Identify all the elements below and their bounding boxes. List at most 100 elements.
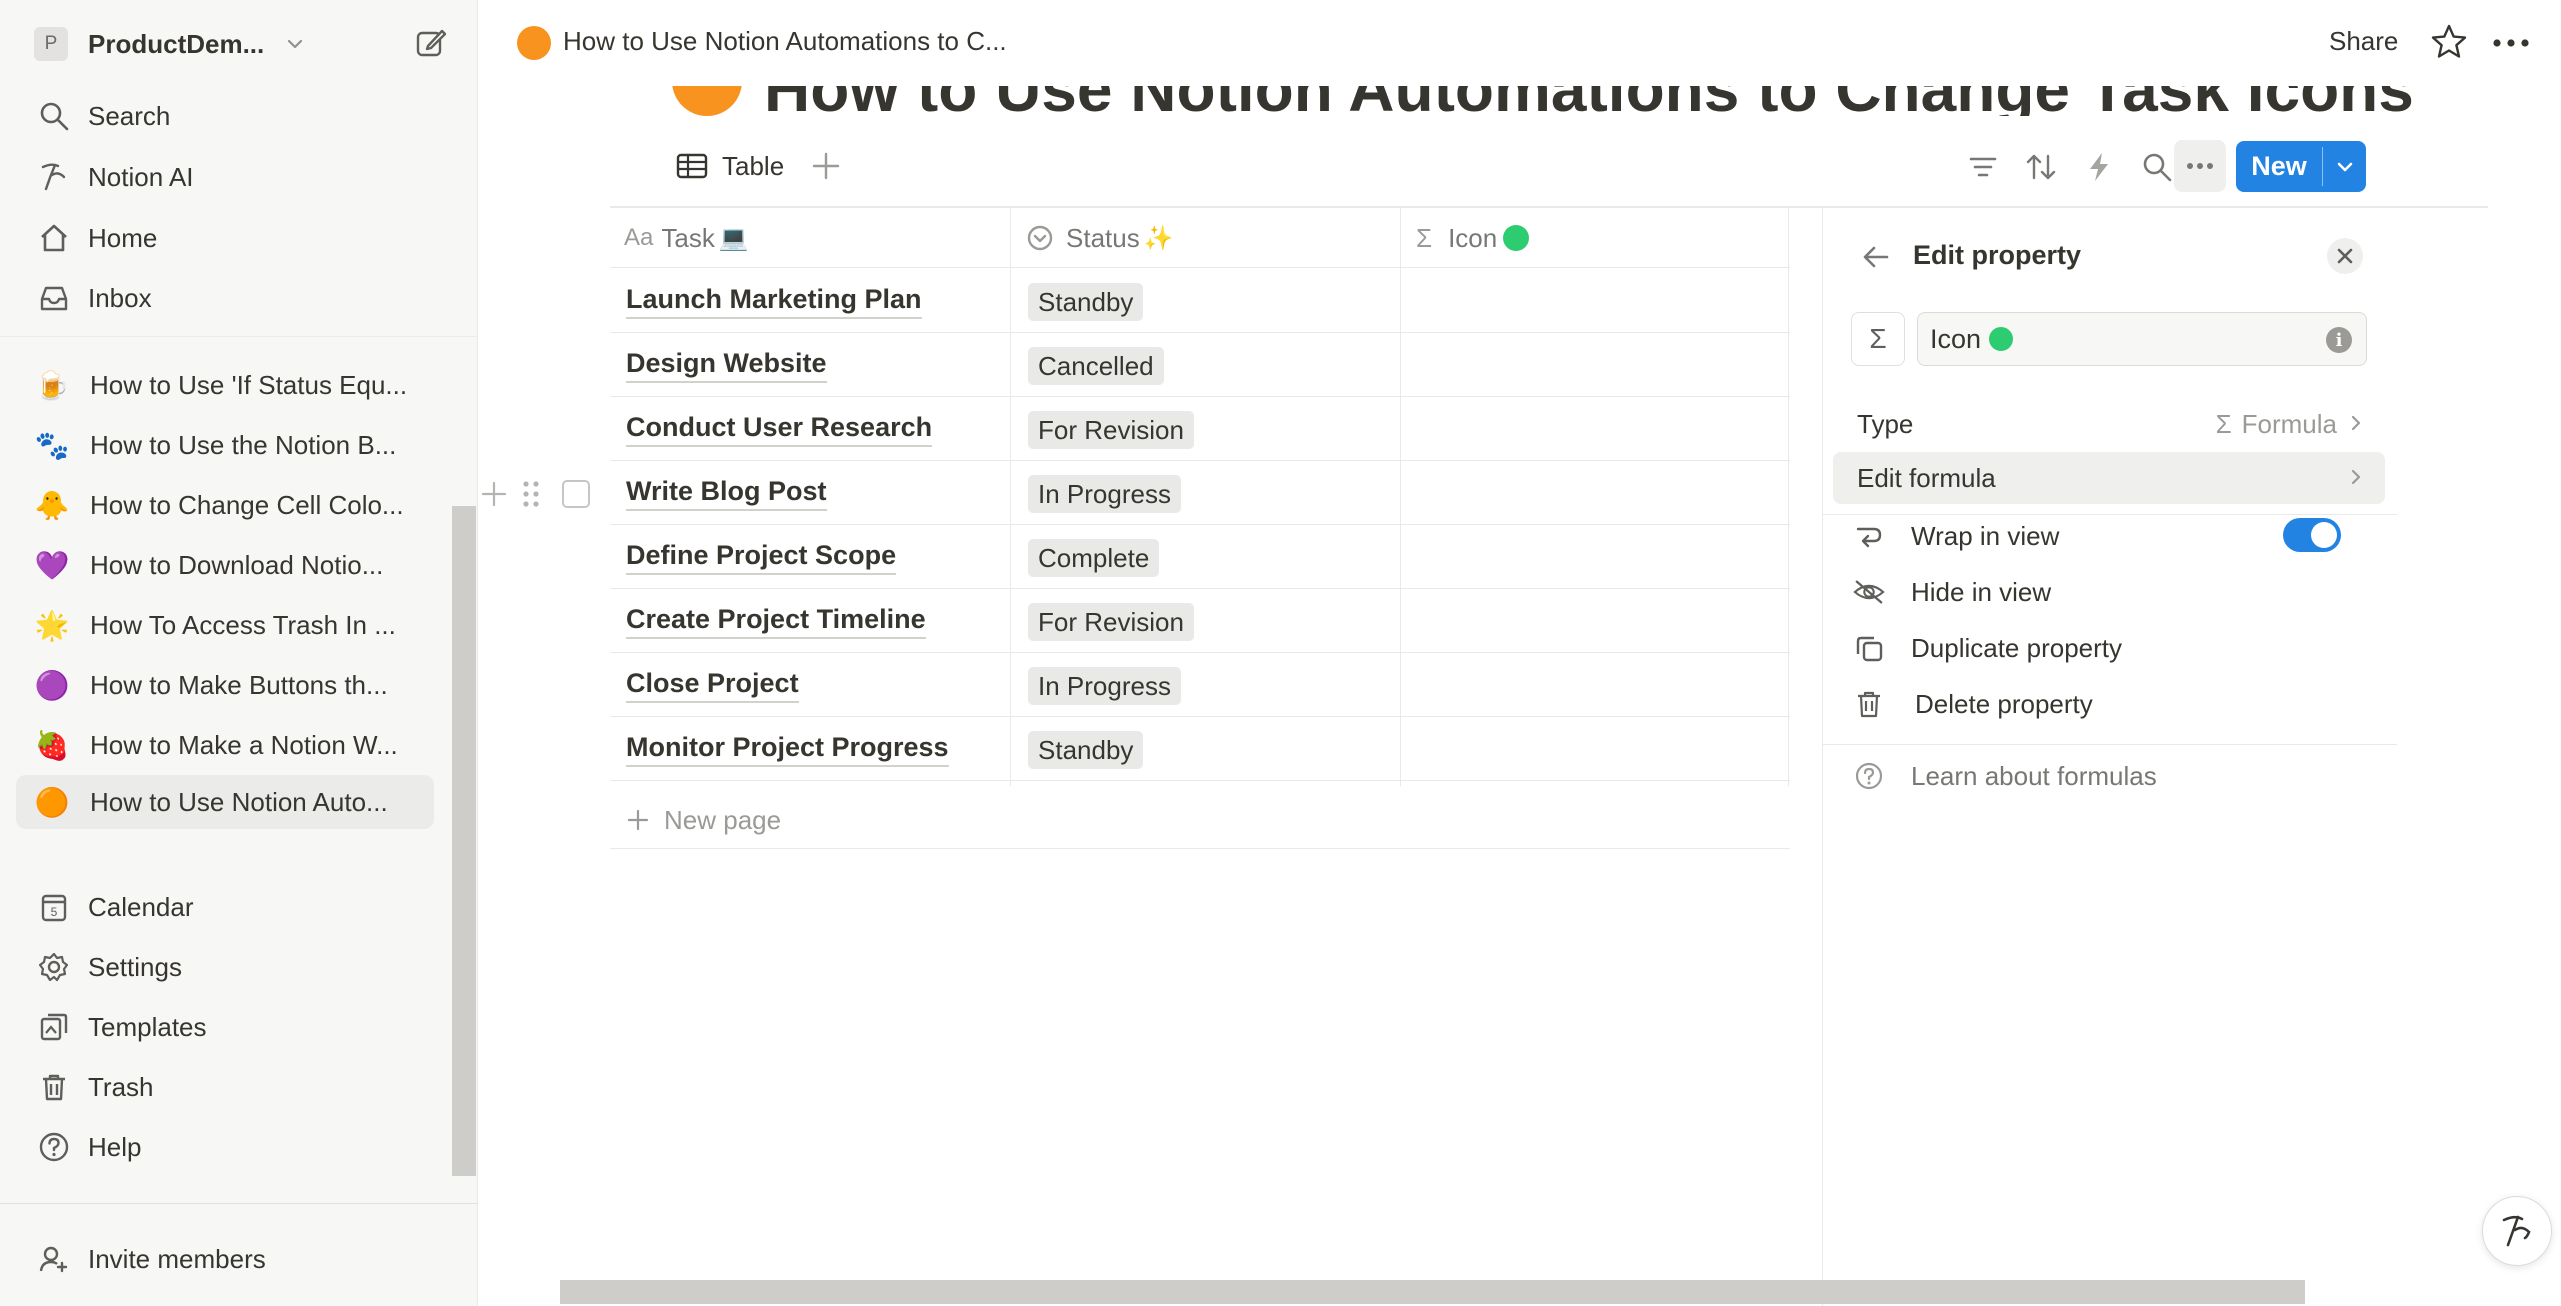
column-header-icon[interactable]: Σ Icon [1402, 208, 1530, 268]
laptop-icon: 💻 [718, 224, 749, 252]
task-cell[interactable]: Define Project Scope [626, 525, 897, 589]
status-icon [1026, 224, 1054, 252]
new-page-icon[interactable] [414, 26, 448, 60]
hide-in-view-row[interactable]: Hide in view [1853, 570, 2051, 614]
search-icon[interactable] [2140, 150, 2174, 184]
status-tag[interactable]: In Progress [1028, 475, 1181, 513]
add-row-icon[interactable] [480, 480, 508, 508]
table-row[interactable]: Launch Marketing Plan Standby [610, 269, 1790, 333]
status-tag[interactable]: For Revision [1028, 603, 1194, 641]
horizontal-scrollbar[interactable] [560, 1280, 2305, 1304]
sidebar-item-calendar[interactable]: 5 Calendar [16, 880, 436, 934]
favorite-star-icon[interactable] [2429, 22, 2469, 62]
type-value: Σ Formula [2216, 409, 2337, 440]
breadcrumb[interactable]: How to Use Notion Automations to C... [563, 26, 1007, 57]
automation-bolt-icon[interactable] [2082, 150, 2116, 184]
share-button[interactable]: Share [2329, 26, 2398, 57]
eye-off-icon [1853, 577, 1885, 607]
column-header-task[interactable]: Aa Task 💻 [610, 208, 749, 268]
sidebar-item-trash[interactable]: Trash [16, 1060, 436, 1114]
page-title[interactable]: How to Use Notion Automations to Change … [764, 86, 2414, 116]
column-header-status[interactable]: Status ✨ [1012, 208, 1174, 268]
property-type-icon-button[interactable]: Σ [1851, 312, 1905, 366]
notion-ai-button[interactable] [2482, 1196, 2552, 1266]
add-view-icon[interactable] [808, 148, 844, 184]
sidebar-page-item[interactable]: 🐥 How to Change Cell Colo... [16, 478, 434, 532]
drag-handle-icon[interactable] [520, 478, 542, 510]
status-tag[interactable]: Standby [1028, 731, 1144, 769]
sidebar-item-label: How to Change Cell Colo... [90, 489, 404, 520]
property-type-row[interactable]: Type Σ Formula [1833, 398, 2385, 450]
sidebar-page-item[interactable]: 💜 How to Download Notio... [16, 538, 434, 592]
task-cell[interactable]: Launch Marketing Plan [626, 269, 922, 333]
status-tag[interactable]: For Revision [1028, 411, 1194, 449]
sidebar: P ProductDem... Search Notion AI Home In… [0, 0, 478, 1306]
sidebar-page-item[interactable]: 🍓 How to Make a Notion W... [16, 718, 434, 772]
status-tag[interactable]: Standby [1028, 283, 1144, 321]
table-row[interactable]: Define Project Scope Complete [610, 525, 1790, 589]
back-arrow-icon[interactable] [1859, 240, 1893, 274]
task-title: Launch Marketing Plan [626, 283, 922, 319]
view-more-button[interactable] [2174, 140, 2226, 192]
sort-icon[interactable] [2024, 150, 2058, 184]
status-tag[interactable]: Complete [1028, 539, 1160, 577]
more-options-icon[interactable] [2491, 26, 2531, 60]
table-row[interactable]: Conduct User Research For Revision [610, 397, 1790, 461]
status-tag[interactable]: Cancelled [1028, 347, 1164, 385]
sidebar-item-search[interactable]: Search [16, 89, 436, 143]
sidebar-page-item[interactable]: 🐾 How to Use the Notion B... [16, 418, 434, 472]
edit-formula-label: Edit formula [1857, 462, 1996, 493]
task-cell[interactable]: Write Blog Post [626, 461, 827, 525]
delete-property-row[interactable]: Delete property [1853, 682, 2093, 726]
sidebar-item-home[interactable]: Home [16, 211, 436, 265]
invite-members-button[interactable]: Invite members [16, 1232, 436, 1286]
formula-sigma-icon: Σ [1416, 222, 1433, 253]
learn-formulas-link[interactable]: Learn about formulas [1853, 754, 2157, 798]
task-cell[interactable]: Conduct User Research [626, 397, 933, 461]
duplicate-property-row[interactable]: Duplicate property [1853, 626, 2122, 670]
sidebar-item-inbox[interactable]: Inbox [16, 271, 436, 325]
help-icon [1853, 761, 1885, 791]
task-title: Write Blog Post [626, 475, 827, 511]
add-person-icon [34, 1239, 74, 1279]
new-button[interactable]: New [2236, 141, 2322, 192]
property-name-input[interactable]: Icon i [1917, 312, 2367, 366]
sidebar-item-settings[interactable]: Settings [16, 940, 436, 994]
search-icon [34, 96, 74, 136]
topbar: How to Use Notion Automations to C... Sh… [479, 0, 2561, 86]
new-dropdown-button[interactable] [2323, 141, 2366, 192]
task-cell[interactable]: Monitor Project Progress [626, 717, 949, 781]
purple-circle-icon: 🟣 [34, 669, 70, 701]
workspace-switcher[interactable]: P ProductDem... [16, 20, 436, 68]
task-cell[interactable]: Design Website [626, 333, 827, 397]
filter-icon[interactable] [1966, 150, 2000, 184]
sidebar-item-templates[interactable]: Templates [16, 1000, 436, 1054]
tab-label: Table [722, 150, 785, 181]
wrap-in-view-toggle[interactable] [2283, 518, 2341, 552]
table-row[interactable]: Write Blog Post In Progress [610, 461, 1790, 525]
sidebar-item-label: How to Use the Notion B... [90, 429, 397, 460]
wrap-in-view-row[interactable]: Wrap in view [1853, 514, 2059, 558]
info-icon[interactable]: i [2326, 327, 2352, 353]
row-select-checkbox[interactable] [562, 480, 590, 508]
tab-table-view[interactable]: Table [676, 146, 784, 186]
close-button[interactable] [2327, 238, 2363, 274]
sidebar-page-item-active[interactable]: 🟠 How to Use Notion Auto... [16, 775, 434, 829]
help-icon [34, 1127, 74, 1167]
sidebar-page-item[interactable]: 🌟 How To Access Trash In ... [16, 598, 434, 652]
sidebar-scrollbar[interactable] [452, 506, 476, 1176]
sidebar-page-item[interactable]: 🟣 How to Make Buttons th... [16, 658, 434, 712]
edit-formula-row[interactable]: Edit formula [1833, 452, 2385, 504]
chevron-right-icon [2351, 469, 2361, 485]
new-page-row-button[interactable]: New page [626, 800, 781, 840]
table-row[interactable]: Close Project In Progress [610, 653, 1790, 717]
table-row[interactable]: Monitor Project Progress Standby [610, 717, 1790, 781]
sidebar-item-notion-ai[interactable]: Notion AI [16, 150, 436, 204]
table-row[interactable]: Design Website Cancelled [610, 333, 1790, 397]
table-row[interactable]: Create Project Timeline For Revision [610, 589, 1790, 653]
status-tag[interactable]: In Progress [1028, 667, 1181, 705]
sidebar-item-help[interactable]: Help [16, 1120, 436, 1174]
task-cell[interactable]: Close Project [626, 653, 799, 717]
sidebar-page-item[interactable]: 🍺 How to Use 'If Status Equ... [16, 358, 434, 412]
task-cell[interactable]: Create Project Timeline [626, 589, 926, 653]
